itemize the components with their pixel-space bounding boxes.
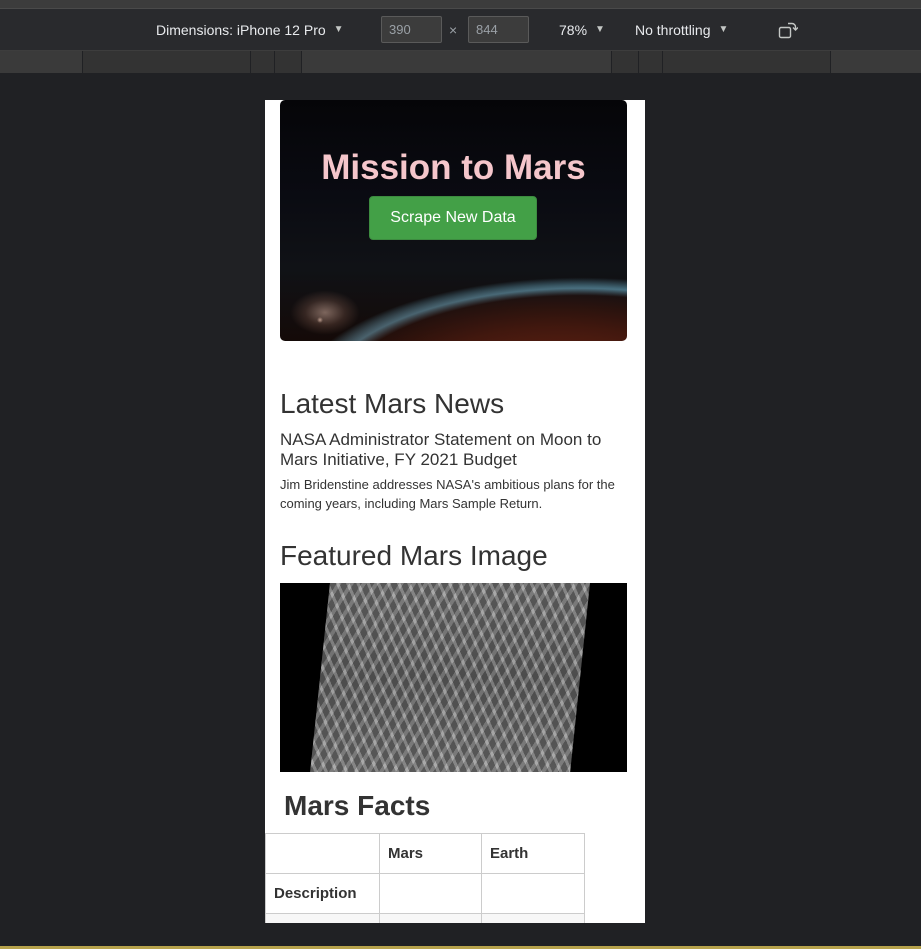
table-cell <box>265 913 380 923</box>
table-row: Description <box>265 873 585 914</box>
ruler-segment[interactable] <box>611 51 638 73</box>
table-cell <box>481 873 585 914</box>
ruler-segment[interactable] <box>662 51 830 73</box>
ruler-segment[interactable] <box>830 51 921 73</box>
zoom-label: 78% <box>559 22 588 38</box>
facts-table: Mars Earth Description <box>265 833 585 923</box>
dimensions-dropdown[interactable]: Dimensions: iPhone 12 Pro ▼ <box>156 9 344 51</box>
chevron-down-icon: ▼ <box>595 23 605 35</box>
news-paragraph: Jim Bridenstine addresses NASA's ambitio… <box>280 477 615 511</box>
mars-surface-image <box>308 583 592 772</box>
table-cell <box>379 873 482 914</box>
featured-mars-image <box>280 583 627 772</box>
rotate-icon[interactable] <box>778 21 798 39</box>
times-separator: × <box>449 22 458 38</box>
throttling-dropdown[interactable]: No throttling ▼ <box>635 9 728 51</box>
device-toolbar: Dimensions: iPhone 12 Pro ▼ × 78% ▼ No t… <box>0 9 921 51</box>
table-header-row: Mars Earth <box>265 833 585 874</box>
devtools-top-border <box>0 0 921 9</box>
table-cell <box>481 913 585 923</box>
hero-background-image <box>290 290 360 335</box>
ruler-segment[interactable] <box>274 51 301 73</box>
facts-heading: Mars Facts <box>284 790 431 821</box>
height-input[interactable] <box>468 16 529 43</box>
news-heading: Latest Mars News <box>280 388 505 419</box>
ruler-segment[interactable] <box>638 51 662 73</box>
ruler-segment[interactable] <box>82 51 250 73</box>
chevron-down-icon: ▼ <box>718 23 729 35</box>
dimensions-label: Dimensions: iPhone 12 Pro <box>156 22 326 38</box>
width-input[interactable] <box>381 16 442 43</box>
device-viewport: Mission to Mars Scrape New Data Latest M… <box>265 100 645 923</box>
table-header-cell: Mars <box>379 833 482 874</box>
page-title: Mission to Mars <box>321 148 586 187</box>
table-cell: Description <box>265 873 380 914</box>
table-cell <box>379 913 482 923</box>
table-header-cell: Earth <box>481 833 585 874</box>
throttling-label: No throttling <box>635 22 711 38</box>
ruler-segment[interactable] <box>250 51 274 73</box>
featured-image-heading: Featured Mars Image <box>280 540 548 571</box>
news-title: NASA Administrator Statement on Moon to … <box>280 430 602 469</box>
ruler-segment[interactable] <box>301 51 611 73</box>
jumbotron-hero: Mission to Mars Scrape New Data <box>280 100 627 341</box>
media-query-ruler <box>0 51 921 73</box>
table-row <box>265 913 585 923</box>
table-header-cell <box>265 833 380 874</box>
zoom-dropdown[interactable]: 78% ▼ <box>559 9 605 51</box>
scrape-new-data-button[interactable]: Scrape New Data <box>369 196 537 240</box>
chevron-down-icon: ▼ <box>333 23 344 35</box>
